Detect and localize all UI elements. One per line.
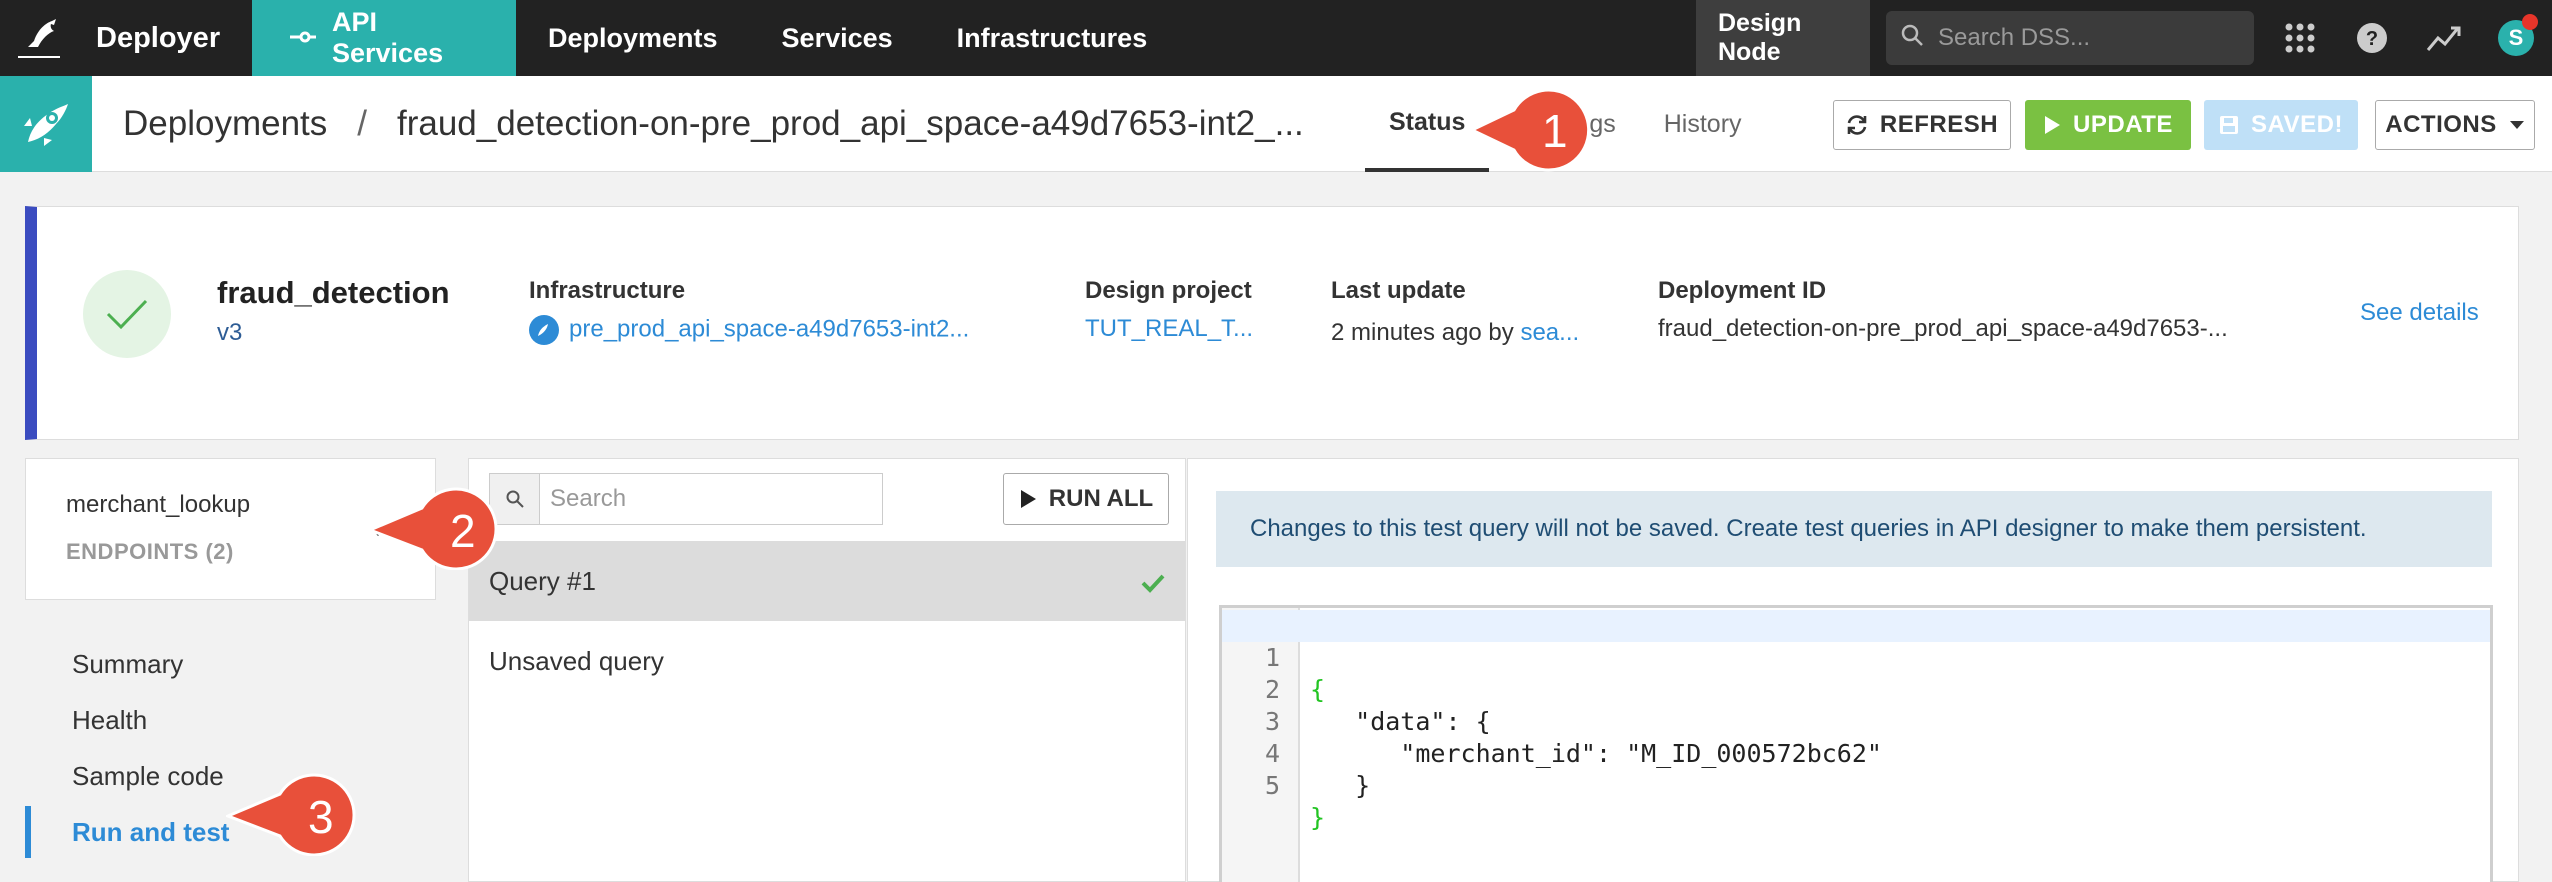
design-project-label: Design project [1085,277,1252,304]
sidebar-item-summary[interactable]: Summary [25,636,436,692]
update-label: UPDATE [2073,111,2173,138]
notification-dot [2522,14,2538,30]
breadcrumb-separator: / [357,104,367,143]
code-text: } [1310,771,1371,800]
run-all-label: RUN ALL [1048,485,1154,512]
brand-title[interactable]: Deployer [78,0,252,76]
last-update-user-link[interactable]: sea... [1520,319,1579,346]
last-update-time: 2 minutes ago by [1331,319,1521,346]
tab-history[interactable]: History [1640,76,1766,172]
apps-grid-icon[interactable] [2264,0,2336,76]
infrastructure-link[interactable]: pre_prod_api_space-a49d7653-int2... [529,315,989,345]
global-search-input[interactable]: Search DSS... [1886,11,2254,65]
api-service-icon [288,23,318,54]
query-list-item[interactable]: Unsaved query [469,621,1185,701]
query-success-check-icon [1141,569,1165,600]
saved-button[interactable]: SAVED! [2204,100,2358,150]
user-avatar-wrap[interactable]: S [2480,0,2552,76]
code-line: 2 "data": { [1222,642,2490,736]
last-update-label: Last update [1331,277,1466,304]
infrastructure-value: pre_prod_api_space-a49d7653-int2... [569,315,970,343]
query-search-input[interactable]: Search [489,473,883,525]
unsaved-notice-banner: Changes to this test query will not be s… [1216,491,2492,567]
callout-marker-2: 2 [365,484,508,571]
query-list-item[interactable]: Query #1 [469,541,1185,621]
deployment-title: fraud_detection-on-pre_prod_api_space-a4… [397,104,1304,143]
sidebar-item-health[interactable]: Health [25,692,436,748]
breadcrumb: Deployments / fraud_detection-on-pre_pro… [123,76,1357,172]
last-update-value: 2 minutes ago by sea... [1331,319,1611,347]
svg-text:?: ? [2366,28,2378,50]
global-search-placeholder: Search DSS... [1938,24,2091,51]
line-number: 5 [1264,771,1280,800]
callout-marker-1: 1 [1468,86,1600,172]
deployment-header-bar: Deployments / fraud_detection-on-pre_pro… [0,76,2552,172]
run-all-button[interactable]: RUN ALL [1003,473,1169,525]
refresh-icon [1846,114,1868,136]
service-name: fraud_detection [217,275,450,310]
refresh-button[interactable]: REFRESH [1833,100,2011,150]
deployment-id-label: Deployment ID [1658,277,1827,304]
infrastructure-icon [529,315,559,345]
nav-deployments[interactable]: Deployments [516,0,750,76]
caret-down-icon [2509,120,2525,130]
nav-services[interactable]: Services [750,0,925,76]
play-icon [2043,115,2061,135]
nav-infrastructures[interactable]: Infrastructures [925,0,1180,76]
design-node-link[interactable]: Design Node [1696,0,1870,76]
test-queries-panel: Search RUN ALL Query #1 Unsaved query [468,458,1186,882]
breadcrumb-deployments[interactable]: Deployments [123,104,327,144]
code-line: 1 { [1222,610,2490,704]
deployment-summary-card: fraud_detection v3 Infrastructure pre_pr… [25,206,2519,440]
code-text: } [1310,803,1326,832]
play-icon [1019,489,1037,509]
nav-api-services[interactable]: API Services [252,0,516,76]
refresh-label: REFRESH [1879,111,1999,138]
top-navigation-bar: Deployer API Services Deployments Servic… [0,0,2552,76]
see-details-link[interactable]: See details [2360,299,2479,327]
design-project-link[interactable]: TUT_REAL_T... [1085,315,1265,343]
activity-trend-icon[interactable] [2408,0,2480,76]
save-disk-icon [2219,115,2239,135]
callout-number: 2 [450,505,476,557]
query-json-editor[interactable]: 1 { 2 "data": { 3 "merchant_id": "M_ID_0… [1219,605,2493,882]
endpoint-name: merchant_lookup [66,491,251,518]
code-line: 3 "merchant_id": "M_ID_000572bc62" [1222,674,2490,768]
code-line: 4 } [1222,706,2490,800]
saved-label: SAVED! [2251,111,2343,138]
actions-label: ACTIONS [2385,111,2497,138]
callout-number: 1 [1542,105,1568,157]
help-icon[interactable]: ? [2336,0,2408,76]
infrastructure-label: Infrastructure [529,277,686,304]
query-detail-panel: Changes to this test query will not be s… [1187,458,2519,882]
actions-dropdown-button[interactable]: ACTIONS [2375,100,2535,150]
query-label: Unsaved query [489,645,664,676]
avatar-initial: S [2508,25,2524,50]
deployment-id-value: fraud_detection-on-pre_prod_api_space-a4… [1658,315,2228,342]
endpoint-count: ENDPOINTS (2) [66,539,234,564]
user-avatar[interactable]: S [2498,14,2538,56]
callout-number: 3 [308,791,334,843]
query-label: Query #1 [489,565,596,596]
dataiku-bird-logo-icon[interactable] [0,0,78,76]
code-line: 5 } [1222,738,2490,832]
service-version[interactable]: v3 [217,319,242,347]
deployer-rocket-icon [0,76,92,172]
search-icon [1900,23,1924,54]
nav-api-services-label: API Services [332,7,444,68]
callout-marker-3: 3 [223,770,366,857]
update-button[interactable]: UPDATE [2025,100,2191,150]
query-search-placeholder: Search [550,485,627,512]
status-ok-icon [83,270,171,358]
